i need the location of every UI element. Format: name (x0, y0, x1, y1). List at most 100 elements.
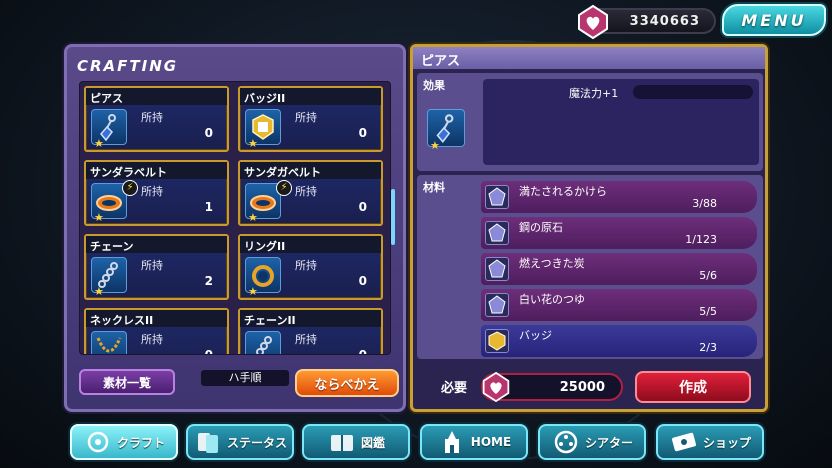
craft-item-card[interactable]: サンダガベルト ★ ⚡ 所持 0 (238, 160, 383, 226)
nav-craft[interactable]: クラフト (70, 424, 178, 460)
material-name: バッジ (519, 329, 552, 342)
own-label: 所持 (141, 111, 163, 124)
item-name: バッジII (240, 88, 381, 105)
lightning-icon: ⚡ (276, 180, 292, 196)
own-label: 所持 (295, 333, 317, 346)
heart-gem-icon (578, 4, 608, 40)
material-name: 鋼の原石 (519, 221, 563, 234)
crafting-grid: ピアス ★ 所持 0 バッジII ★ 所持 0 サンダラベルト ★ ⚡ 所持 1… (79, 81, 391, 355)
own-label: 所持 (141, 333, 163, 346)
own-count: 0 (358, 348, 367, 355)
item-detail-panel: ピアス 効果 ★ 魔法力+1 材料 満たされるかけら 3/88 鋼の原石 1/1… (410, 44, 768, 412)
materials-list-button[interactable]: 素材一覧 (79, 369, 175, 395)
sort-button[interactable]: ならべかえ (295, 369, 399, 397)
material-count: 2/3 (699, 341, 717, 354)
item-name: リングII (240, 236, 381, 253)
own-count: 0 (204, 348, 213, 355)
effect-box: 魔法力+1 (483, 79, 759, 165)
material-count: 1/123 (685, 233, 717, 246)
nav-label: ステータス (226, 435, 287, 450)
item-name: ピアス (86, 88, 227, 105)
detail-title: ピアス (413, 47, 765, 69)
earring-icon: ★ (427, 109, 465, 152)
craft-item-card[interactable]: チェーン ★ 所持 2 (84, 234, 229, 300)
nav-encyclopedia[interactable]: 図鑑 (302, 424, 410, 460)
own-count: 0 (358, 200, 367, 214)
craft-item-card[interactable]: チェーンII 所持 0 (238, 308, 383, 355)
create-button[interactable]: 作成 (635, 371, 751, 403)
necklace-icon (91, 331, 127, 354)
grid-scrollbar[interactable] (391, 189, 395, 245)
craft-item-card[interactable]: サンダラベルト ★ ⚡ 所持 1 (84, 160, 229, 226)
own-count: 0 (358, 126, 367, 140)
nav-theater[interactable]: シアター (538, 424, 646, 460)
item-name: ネックレスII (86, 310, 227, 327)
effect-section: 効果 ★ 魔法力+1 (417, 73, 763, 171)
material-count: 3/88 (692, 197, 717, 210)
own-label: 所持 (141, 259, 163, 272)
badge-icon (485, 329, 509, 353)
nav-label: クラフト (116, 435, 165, 450)
item-name: チェーン (86, 236, 227, 253)
craft-item-card[interactable]: ネックレスII 所持 0 (84, 308, 229, 355)
materials-label: 材料 (423, 181, 445, 194)
material-name: 燃えつきた炭 (519, 257, 585, 270)
chain-icon (245, 331, 281, 354)
item-name: サンダラベルト (86, 162, 227, 179)
material-row[interactable]: 白い花のつゆ 5/5 (481, 289, 757, 321)
status-icon (197, 433, 218, 453)
encyclopedia-icon (330, 435, 353, 451)
crafting-panel: CRAFTING ピアス ★ 所持 0 バッジII ★ 所持 0 サンダラベルト (64, 44, 406, 412)
material-row[interactable]: 満たされるかけら 3/88 (481, 181, 757, 213)
nav-label: 図鑑 (360, 435, 385, 450)
craft-item-card[interactable]: リングII ★ 所持 0 (238, 234, 383, 300)
badge-icon: ★ (245, 109, 281, 150)
own-count: 0 (358, 274, 367, 288)
shop-icon (671, 432, 696, 452)
craft-item-card[interactable]: バッジII ★ 所持 0 (238, 86, 383, 152)
nav-label: ショップ (702, 435, 751, 450)
earring-icon: ★ (91, 109, 127, 150)
material-row[interactable]: バッジ 2/3 (481, 325, 757, 357)
own-label: 所持 (295, 259, 317, 272)
item-name: チェーンII (240, 310, 381, 327)
material-count: 5/5 (699, 305, 717, 318)
menu-button[interactable]: MENU (722, 4, 826, 36)
craft-item-card[interactable]: ピアス ★ 所持 0 (84, 86, 229, 152)
currency-value: 3340663 (629, 14, 700, 29)
material-icon (485, 293, 509, 317)
effect-bar (633, 85, 753, 99)
nav-status[interactable]: ステータス (186, 424, 294, 460)
munny-counter: 3340663 (578, 4, 716, 40)
own-count: 0 (204, 126, 213, 140)
effect-text: 魔法力+1 (569, 87, 619, 100)
effect-label: 効果 (423, 79, 445, 92)
material-row[interactable]: 鋼の原石 1/123 (481, 217, 757, 249)
item-name: サンダガベルト (240, 162, 381, 179)
cost-value: 25000 (559, 380, 605, 395)
own-label: 所持 (295, 185, 317, 198)
material-name: 満たされるかけら (519, 185, 607, 198)
castle-icon (444, 431, 459, 453)
cost-label: 必要 (441, 381, 468, 396)
theater-icon (554, 430, 578, 454)
material-row[interactable]: 燃えつきた炭 5/6 (481, 253, 757, 285)
own-count: 2 (204, 274, 213, 288)
material-count: 5/6 (699, 269, 717, 282)
nav-home[interactable]: HOME (420, 424, 528, 460)
craft-icon (87, 431, 109, 453)
heart-gem-icon (482, 371, 510, 403)
own-label: 所持 (295, 111, 317, 124)
chain-icon: ★ (91, 257, 127, 298)
nav-label: HOME (470, 435, 512, 449)
crafting-title: CRAFTING (77, 57, 179, 75)
nav-shop[interactable]: ショップ (656, 424, 764, 460)
material-icon (485, 257, 509, 281)
ring-icon: ★ (245, 257, 281, 298)
material-name: 白い花のつゆ (519, 293, 585, 306)
lightning-icon: ⚡ (122, 180, 138, 196)
own-label: 所持 (141, 185, 163, 198)
nav-label: シアター (584, 435, 633, 450)
cost-box: 25000 (481, 371, 623, 403)
materials-section: 材料 満たされるかけら 3/88 鋼の原石 1/123 燃えつきた炭 5/6 白… (417, 175, 763, 359)
